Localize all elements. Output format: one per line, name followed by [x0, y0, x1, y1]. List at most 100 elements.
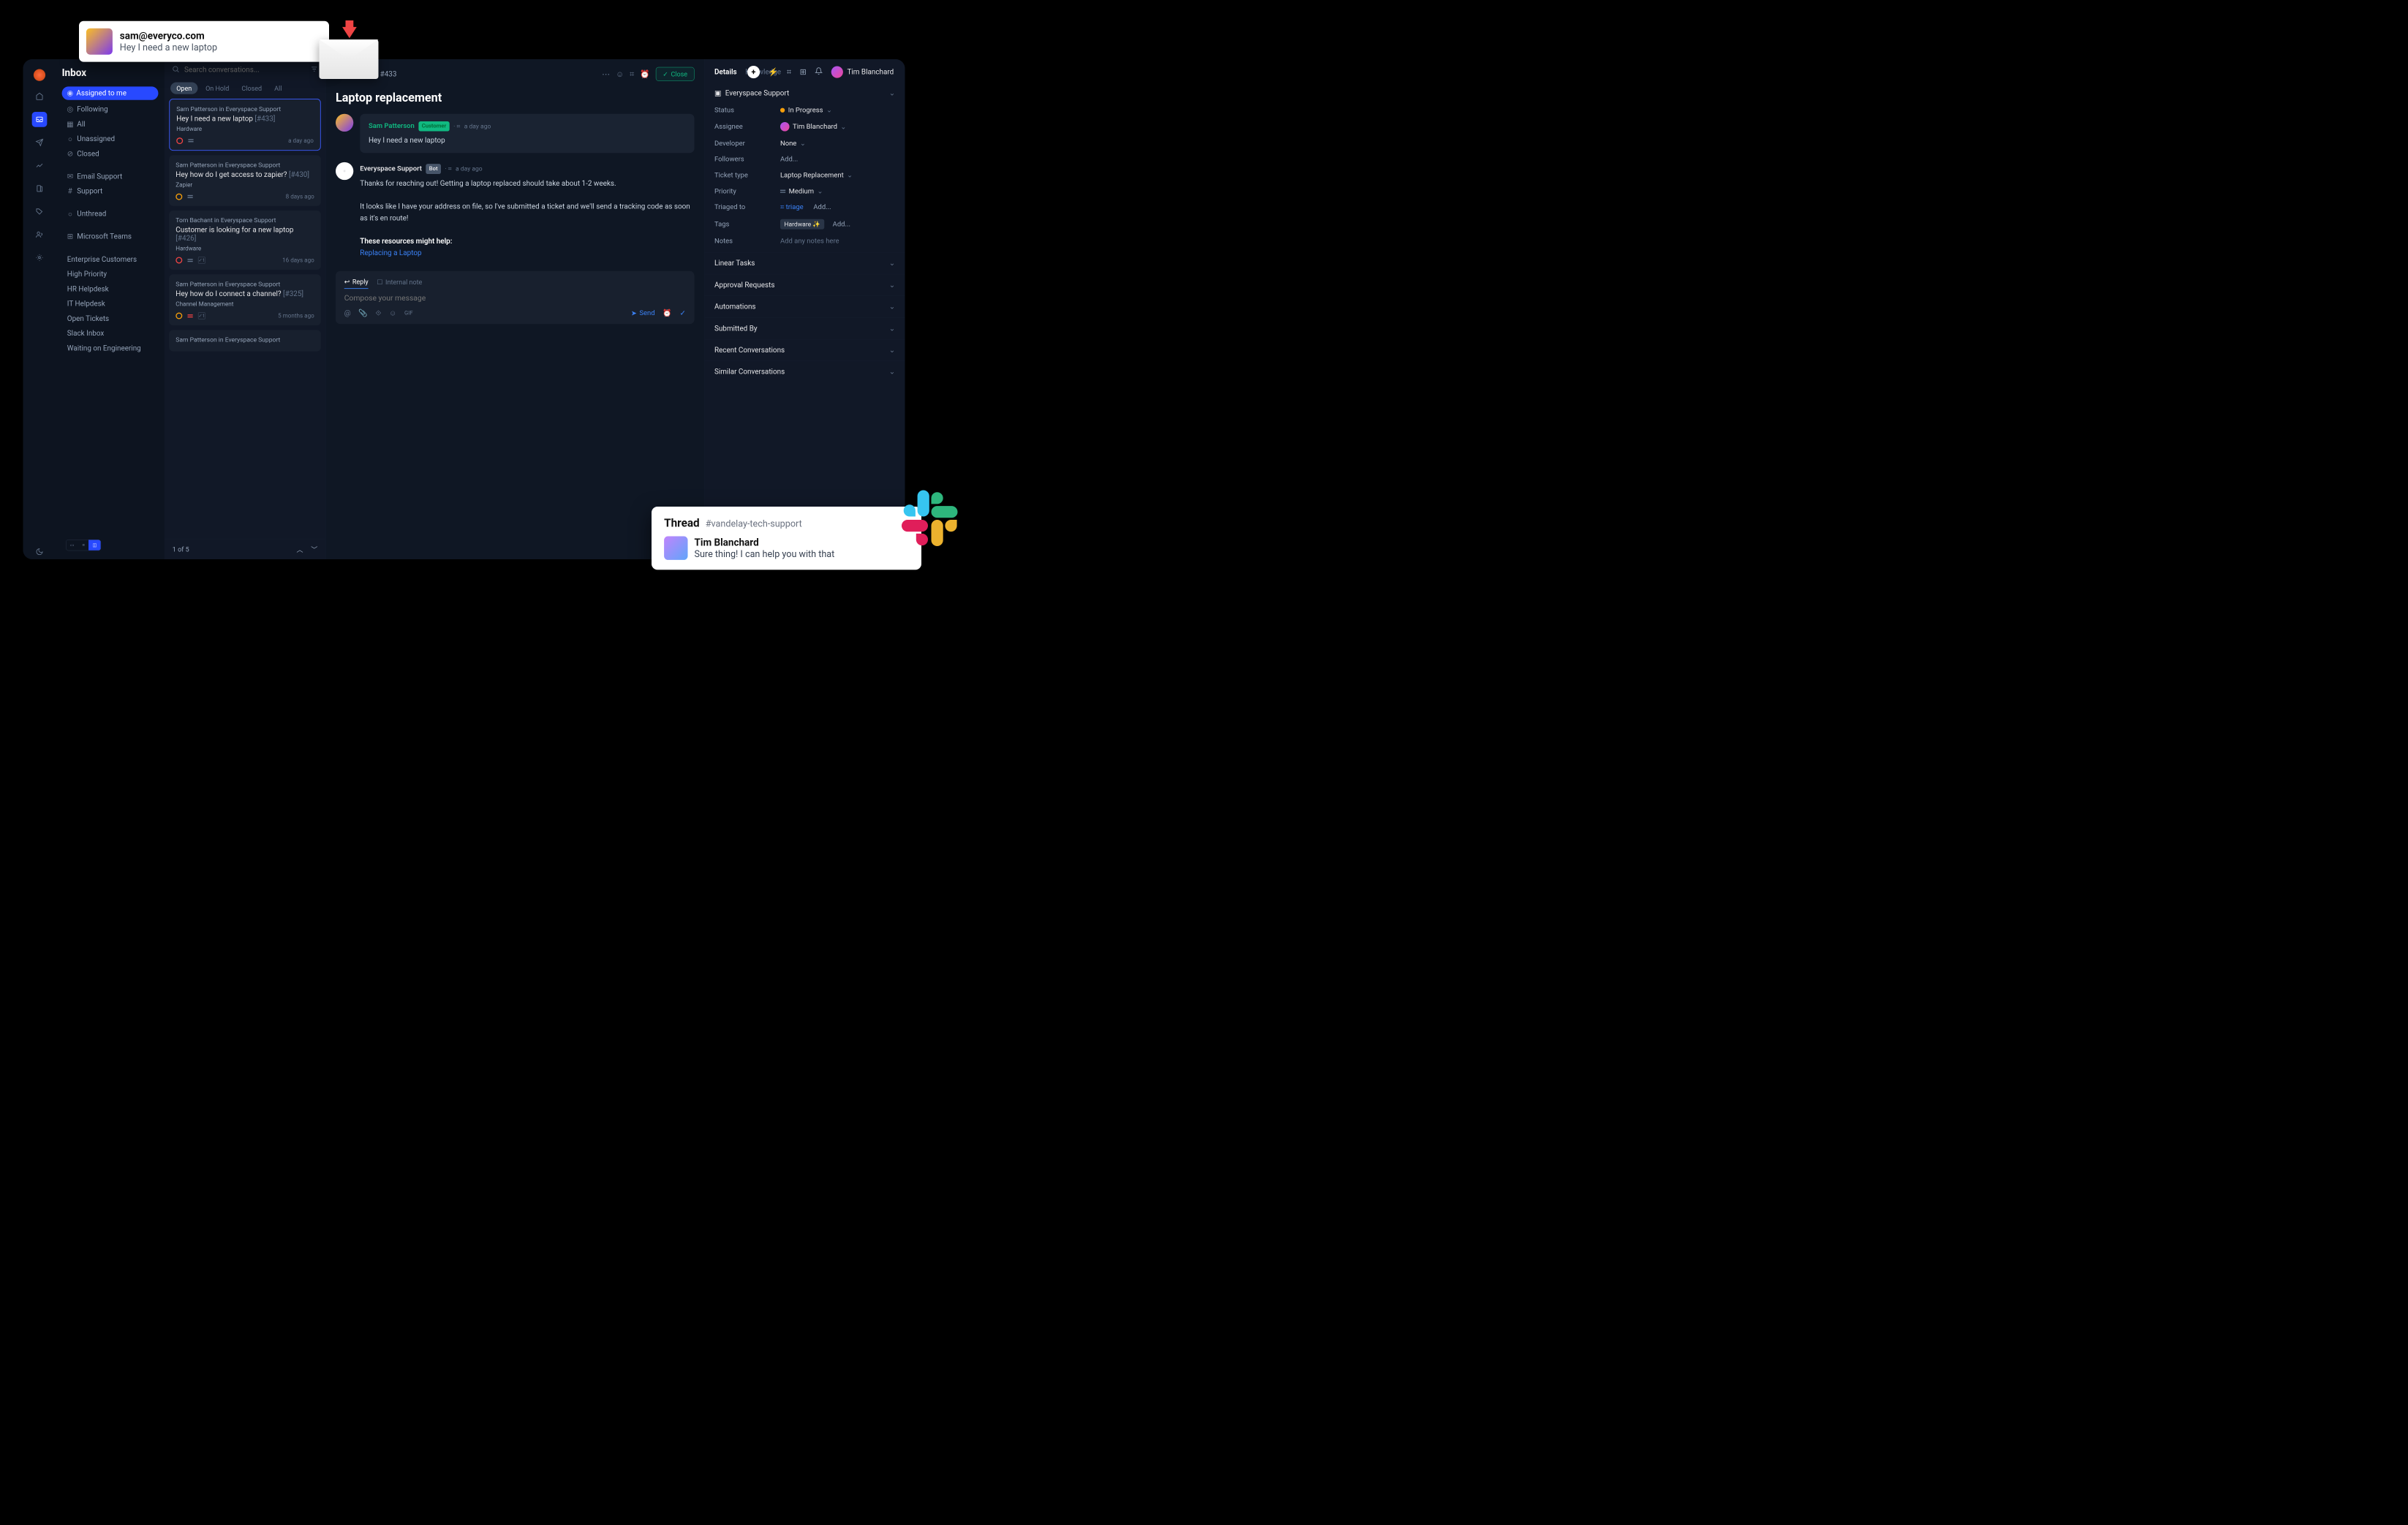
view-compact-icon[interactable]: ≡ — [78, 540, 88, 550]
customer-avatar — [336, 114, 353, 132]
sidebar-channel-email[interactable]: ✉Email Support — [62, 170, 159, 183]
status-dot-icon — [780, 107, 785, 112]
view-split-icon[interactable]: ◫ — [88, 540, 100, 550]
send-button[interactable]: ➤ Send — [631, 309, 655, 317]
developer-value[interactable]: None⌄ — [780, 139, 806, 147]
bookmark-icon[interactable]: ⟐ — [376, 309, 382, 317]
mention-icon[interactable]: @ — [344, 309, 351, 317]
followers-add[interactable]: Add... — [780, 155, 798, 163]
chevron-icon: ⌄ — [889, 89, 895, 97]
emoji-picker-icon[interactable]: ☺ — [389, 309, 396, 318]
conversation-card[interactable]: Tom Bachant in Everyspace Support Custom… — [169, 211, 320, 270]
gift-icon[interactable]: ⊞ — [800, 67, 807, 77]
pager-prev[interactable]: ︿ — [296, 545, 303, 554]
field-label: Assignee — [714, 123, 780, 131]
sidebar-item-closed[interactable]: ⊘Closed — [62, 147, 159, 160]
section-title: Similar Conversations — [714, 368, 785, 376]
user-icon: ◉ — [67, 91, 73, 97]
analytics-icon[interactable] — [32, 158, 48, 173]
sidebar-unthread[interactable]: ○Unthread — [62, 208, 159, 221]
sidebar-item-following[interactable]: ◎Following — [62, 102, 159, 116]
workspace-row[interactable]: ▣ Everyspace Support ⌄ — [714, 85, 895, 102]
lines-icon — [188, 139, 193, 142]
users-icon[interactable] — [32, 227, 48, 243]
inbox-icon[interactable] — [32, 112, 48, 127]
tab-closed[interactable]: Closed — [237, 83, 266, 94]
ticket-type-value[interactable]: Laptop Replacement⌄ — [780, 171, 853, 179]
detail-section[interactable]: Similar Conversations⌄ — [704, 361, 905, 383]
resource-link[interactable]: Replacing a Laptop — [360, 247, 694, 259]
sidebar-view-it[interactable]: IT Helpdesk — [62, 297, 159, 310]
conversation-card[interactable]: Sam Patterson in Everyspace Support — [169, 330, 320, 351]
lines-icon — [188, 259, 193, 262]
composer-tab-reply[interactable]: ↩ Reply — [344, 278, 369, 289]
slack-icon[interactable]: ⌗ — [787, 67, 791, 77]
chevron-down-icon: ⌄ — [889, 303, 895, 311]
tab-all[interactable]: All — [270, 83, 287, 94]
sidebar-view-enterprise[interactable]: Enterprise Customers — [62, 253, 159, 266]
home-icon[interactable] — [32, 89, 48, 105]
sidebar-item-all[interactable]: ▦All — [62, 118, 159, 131]
app-logo[interactable] — [34, 69, 45, 81]
slack-share-icon[interactable]: ⌗ — [630, 69, 634, 79]
sidebar-view-hr[interactable]: HR Helpdesk — [62, 282, 159, 295]
filter-icon[interactable] — [310, 65, 318, 75]
conversation-card[interactable]: Sam Patterson in Everyspace Support Hey … — [169, 99, 320, 151]
user-name: Tim Blanchard — [847, 68, 894, 76]
conversation-card[interactable]: Sam Patterson in Everyspace Support Hey … — [169, 274, 320, 325]
composer-input[interactable] — [344, 294, 686, 303]
card-time: 5 months ago — [278, 312, 314, 319]
notes-value[interactable]: Add any notes here — [780, 237, 839, 245]
theme-toggle-icon[interactable] — [32, 544, 48, 559]
sidebar-channel-support[interactable]: #Support — [62, 184, 159, 197]
tab-details[interactable]: Details — [714, 68, 737, 76]
detail-section[interactable]: Recent Conversations⌄ — [704, 339, 905, 361]
pager-next[interactable]: ﹀ — [311, 545, 317, 554]
detail-section[interactable]: Linear Tasks⌄ — [704, 252, 905, 274]
detail-section[interactable]: Automations⌄ — [704, 296, 905, 318]
docs-icon[interactable] — [32, 181, 48, 197]
confirm-icon[interactable]: ✓ — [680, 309, 686, 317]
hash-icon: # — [67, 189, 73, 194]
assignee-value[interactable]: Tim Blanchard⌄ — [780, 122, 846, 132]
settings-icon[interactable] — [32, 250, 48, 265]
attach-icon[interactable]: 📎 — [358, 309, 367, 317]
close-button[interactable]: ✓ Close — [656, 67, 695, 81]
tags-value[interactable]: Hardware ✨ Add... — [780, 219, 850, 230]
bell-icon[interactable] — [815, 67, 823, 77]
tag-icon[interactable] — [32, 204, 48, 219]
detail-section[interactable]: Approval Requests⌄ — [704, 274, 905, 296]
conversation-subject: Laptop replacement — [336, 91, 695, 105]
bolt-icon[interactable]: ⚡ — [769, 67, 778, 77]
sidebar-view-high-priority[interactable]: High Priority — [62, 268, 159, 281]
detail-section[interactable]: Submitted By⌄ — [704, 317, 905, 339]
composer-tab-note[interactable]: ☐ Internal note — [377, 278, 422, 289]
tab-open[interactable]: Open — [170, 83, 197, 94]
user-menu[interactable]: Tim Blanchard — [831, 66, 894, 77]
sidebar-teams[interactable]: ⊞Microsoft Teams — [62, 230, 159, 243]
more-icon[interactable]: ⋯ — [602, 69, 610, 79]
slack-logo-icon — [902, 491, 958, 547]
sidebar-view-open[interactable]: Open Tickets — [62, 312, 159, 325]
mail-icon: ✉ — [67, 173, 73, 179]
sidebar-item-unassigned[interactable]: ○Unassigned — [62, 132, 159, 145]
sidebar-view-waiting[interactable]: Waiting on Engineering — [62, 341, 159, 355]
slack-body: Sure thing! I can help you with that — [695, 548, 835, 559]
tab-hold[interactable]: On Hold — [201, 83, 234, 94]
envelope-icon — [320, 39, 385, 89]
sidebar-item-assigned[interactable]: ◉Assigned to me — [62, 86, 159, 99]
search-input[interactable] — [184, 66, 306, 74]
sidebar-view-slack[interactable]: Slack Inbox — [62, 327, 159, 340]
emoji-icon[interactable]: ☺ — [616, 69, 624, 79]
view-list-icon[interactable]: ▭ — [66, 540, 78, 550]
email-notification-popup: sam@everyco.com Hey I need a new laptop — [79, 21, 329, 62]
schedule-icon[interactable]: ⏰ — [663, 309, 671, 317]
send-icon[interactable] — [32, 135, 48, 151]
priority-value[interactable]: Medium⌄ — [780, 187, 823, 195]
conversation-card[interactable]: Sam Patterson in Everyspace Support Hey … — [169, 155, 320, 205]
snooze-icon[interactable]: ⏰ — [640, 69, 649, 79]
gif-button[interactable]: GIF — [404, 310, 413, 317]
triaged-value[interactable]: ⌗ triage Add... — [780, 203, 831, 211]
add-button[interactable]: + — [747, 66, 760, 78]
status-value[interactable]: In Progress⌄ — [780, 106, 832, 114]
